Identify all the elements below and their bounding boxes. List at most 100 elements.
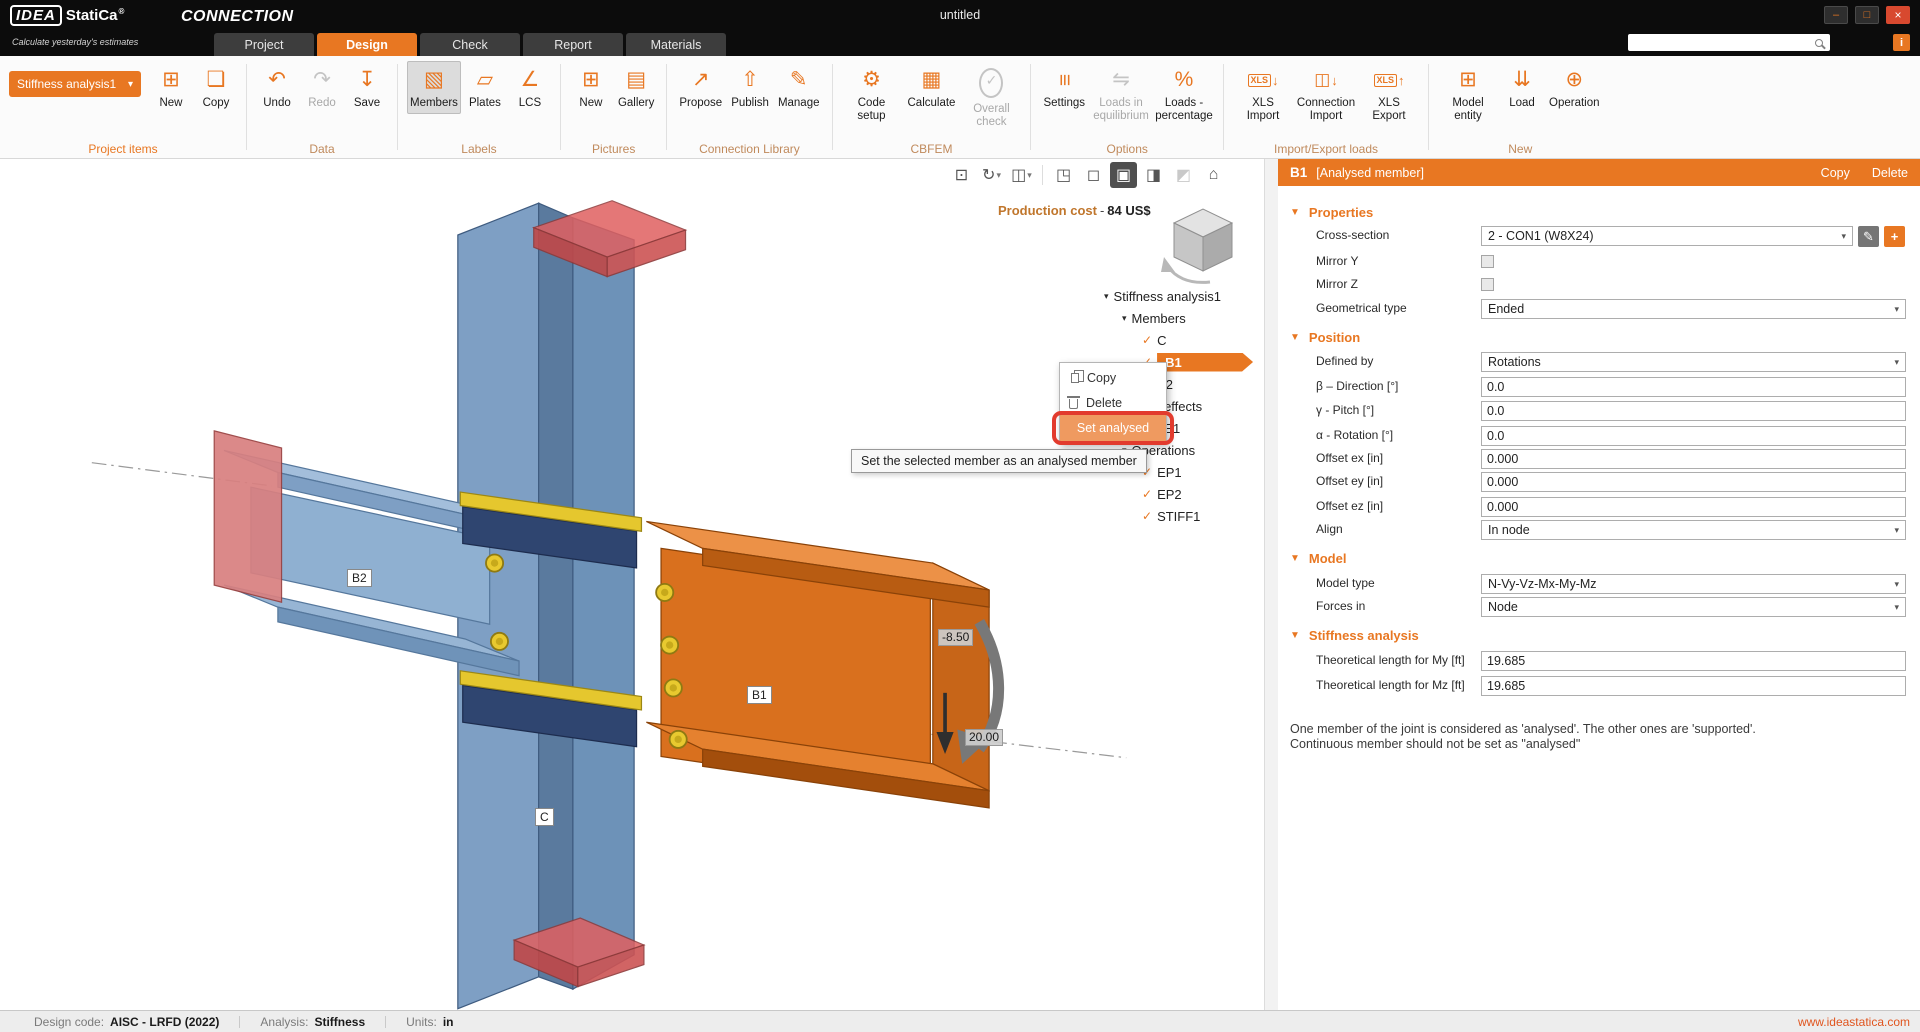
maximize-button[interactable]: □: [1855, 6, 1879, 24]
offset-ex-input[interactable]: [1481, 449, 1906, 469]
manage-button[interactable]: ✎ Manage: [775, 61, 823, 114]
offset-ey-input[interactable]: [1481, 472, 1906, 492]
navigation-cube[interactable]: [1160, 205, 1246, 287]
section-model[interactable]: ▼ Model: [1290, 547, 1346, 569]
tree-root-stiffness-analysis1[interactable]: ▾ Stiffness analysis1: [1100, 285, 1264, 307]
logo-statica: StatiCa®: [66, 7, 125, 24]
edit-cross-section-button[interactable]: ✎: [1858, 226, 1879, 247]
balance-icon: ⇋: [1112, 65, 1130, 95]
close-button[interactable]: ×: [1886, 6, 1910, 24]
section-view-button[interactable]: ◫▾: [1008, 162, 1035, 188]
undo-button[interactable]: ↶ Undo: [256, 61, 298, 114]
website-link[interactable]: www.ideastatica.com: [1798, 1015, 1910, 1029]
propose-button[interactable]: ↗ Propose: [676, 61, 725, 114]
chevron-down-icon: ▾: [996, 170, 1001, 181]
view-perspective-button[interactable]: ◳: [1050, 162, 1077, 188]
save-button[interactable]: ↧ Save: [346, 61, 388, 114]
forces-in-select[interactable]: Node ▾: [1481, 597, 1906, 617]
section-position[interactable]: ▼ Position: [1290, 326, 1360, 348]
code-setup-button[interactable]: ⚙ Code setup: [842, 61, 902, 127]
align-select[interactable]: In node ▾: [1481, 520, 1906, 540]
theoretical-length-my-input[interactable]: [1481, 651, 1906, 671]
zoom-extents-button[interactable]: ⊡: [948, 162, 975, 188]
tree-item-ep2[interactable]: ✓ EP2: [1100, 483, 1264, 505]
member-label-b2[interactable]: B2: [347, 569, 372, 587]
publish-button[interactable]: ⇧ Publish: [728, 61, 772, 114]
minimize-button[interactable]: –: [1824, 6, 1848, 24]
context-menu-delete[interactable]: Delete: [1060, 390, 1166, 415]
member-label-b1[interactable]: B1: [747, 686, 772, 704]
panel-delete-button[interactable]: Delete: [1872, 166, 1908, 180]
new-project-item-button[interactable]: ⊞ New: [150, 61, 192, 114]
tree-group-members[interactable]: ▾ Members: [1100, 307, 1264, 329]
xls-import-button[interactable]: XLS ↓ XLS Import: [1233, 61, 1293, 127]
help-button[interactable]: i: [1893, 34, 1910, 51]
cross-section-select[interactable]: 2 - CON1 (W8X24) ▾: [1481, 226, 1853, 246]
chevron-down-icon: ▾: [1841, 231, 1846, 242]
mirror-y-checkbox[interactable]: [1481, 255, 1494, 268]
offset-ez-input[interactable]: [1481, 497, 1906, 517]
lcs-toggle[interactable]: ∠ LCS: [509, 61, 551, 114]
selected-tree-item[interactable]: B1: [1157, 353, 1253, 372]
context-menu-set-analysed[interactable]: Set analysed: [1060, 415, 1166, 441]
member-label-c[interactable]: C: [535, 808, 554, 826]
copy-project-item-button[interactable]: ❏ Copy: [195, 61, 237, 114]
orbit-button[interactable]: ↻▾: [978, 162, 1005, 188]
mirror-z-checkbox[interactable]: [1481, 278, 1494, 291]
check-icon[interactable]: ✓: [1142, 487, 1152, 501]
settings-button[interactable]: ≡ Settings: [1040, 61, 1088, 114]
panel-copy-button[interactable]: Copy: [1821, 166, 1850, 180]
home-view-button[interactable]: ⌂: [1200, 162, 1227, 188]
add-cross-section-button[interactable]: +: [1884, 226, 1905, 247]
new-item-icon: ⊞: [162, 65, 180, 95]
beta-direction-input[interactable]: [1481, 377, 1906, 397]
members-labels-toggle[interactable]: ▧ Members: [407, 61, 461, 114]
collapse-icon[interactable]: ▾: [1122, 313, 1127, 324]
units-value: in: [443, 1015, 454, 1029]
collapse-icon[interactable]: ▾: [1104, 291, 1109, 302]
new-operation-button[interactable]: ⊕ Operation: [1546, 61, 1603, 114]
check-icon[interactable]: ✓: [1142, 333, 1152, 347]
defined-by-select[interactable]: Rotations ▾: [1481, 352, 1906, 372]
section-stiffness-analysis[interactable]: ▼ Stiffness analysis: [1290, 624, 1419, 646]
row-defined-by: Defined by Rotations ▾: [1278, 351, 1906, 373]
check-icon[interactable]: ✓: [1142, 509, 1152, 523]
plates-labels-toggle[interactable]: ▱ Plates: [464, 61, 506, 114]
tab-materials[interactable]: Materials: [626, 33, 726, 56]
viewport-3d[interactable]: ⊡ ↻▾ ◫▾ ◳ ◻ ▣ ◨ ◩ ⌂ Production cost-84 U…: [0, 159, 1264, 1010]
connection-3d-model[interactable]: [0, 159, 1264, 1010]
view-wireframe-button[interactable]: ◻: [1080, 162, 1107, 188]
propose-icon: ↗: [692, 65, 710, 95]
section-properties[interactable]: ▼ Properties: [1290, 201, 1373, 223]
project-item-selector[interactable]: Stiffness analysis1 ▾: [9, 71, 141, 97]
new-load-button[interactable]: ⇊ Load: [1501, 61, 1543, 114]
viewport-scrollbar[interactable]: [1264, 159, 1278, 1010]
selected-member-tag: [Analysed member]: [1316, 166, 1424, 180]
theoretical-length-mz-input[interactable]: [1481, 676, 1906, 696]
context-menu-copy[interactable]: Copy: [1060, 365, 1166, 390]
tree-item-c[interactable]: ✓ C: [1100, 329, 1264, 351]
calculate-button[interactable]: ▦ Calculate: [905, 61, 959, 114]
row-offset-ex: Offset ex [in]: [1278, 448, 1906, 470]
search-input[interactable]: [1628, 36, 1815, 49]
view-transparent-button[interactable]: ◨: [1140, 162, 1167, 188]
tree-item-stiff1[interactable]: ✓ STIFF1: [1100, 505, 1264, 527]
model-entity-button[interactable]: ⊞ Model entity: [1438, 61, 1498, 127]
tab-check[interactable]: Check: [420, 33, 520, 56]
geometrical-type-select[interactable]: Ended ▾: [1481, 299, 1906, 319]
connection-import-button[interactable]: ◫ ↓ Connection Import: [1296, 61, 1356, 127]
ribbon-group-data: ↶ Undo ↷ Redo ↧ Save Data: [247, 56, 397, 158]
tab-report[interactable]: Report: [523, 33, 623, 56]
xls-export-button[interactable]: XLS ↑ XLS Export: [1359, 61, 1419, 127]
model-type-select[interactable]: N-Vy-Vz-Mx-My-Mz ▾: [1481, 574, 1906, 594]
gallery-button[interactable]: ▤ Gallery: [615, 61, 657, 114]
alpha-rotation-input[interactable]: [1481, 426, 1906, 446]
production-cost: Production cost-84 US$: [998, 203, 1151, 218]
loads-percentage-button[interactable]: % Loads - percentage: [1154, 61, 1214, 127]
idea-statica-logo: IDEA StatiCa®: [10, 5, 124, 26]
gamma-pitch-input[interactable]: [1481, 401, 1906, 421]
view-solid-button[interactable]: ▣: [1110, 162, 1137, 188]
tab-project[interactable]: Project: [214, 33, 314, 56]
new-picture-button[interactable]: ⊞ New: [570, 61, 612, 114]
tab-design[interactable]: Design: [317, 33, 417, 56]
